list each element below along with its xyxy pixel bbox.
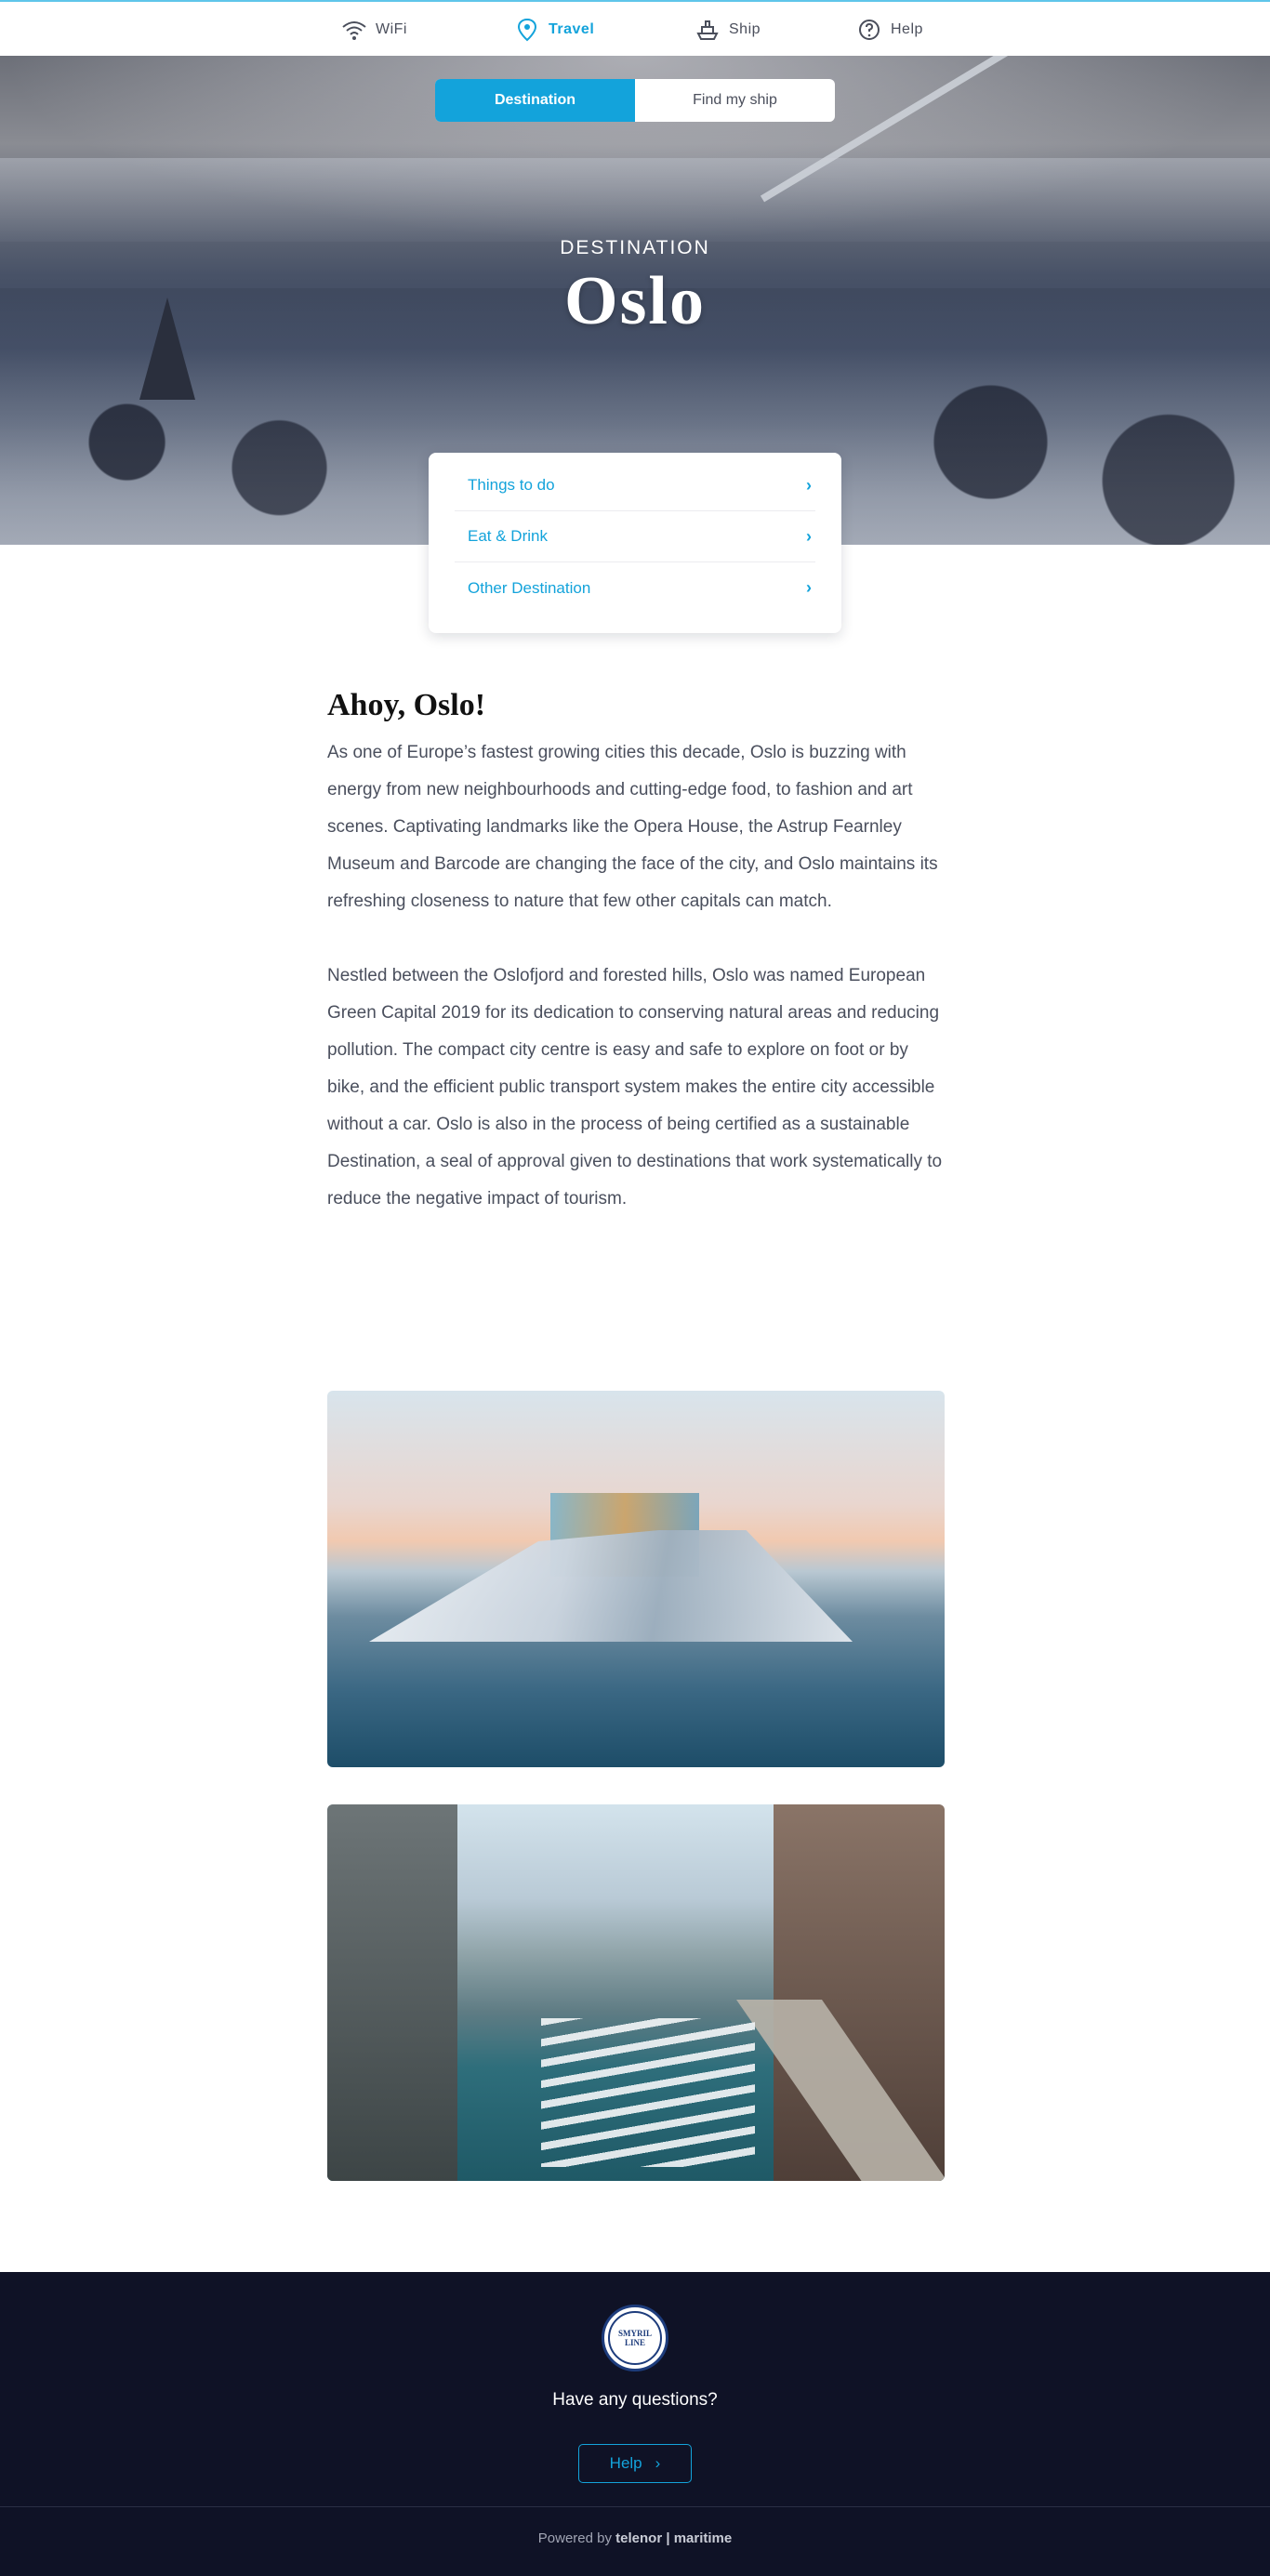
nav-item-help[interactable]: Help [855,17,923,43]
page-title: Oslo [564,263,706,339]
nav-item-travel[interactable]: Travel [513,17,594,43]
opera-house-photo [327,1391,945,1767]
photo-left-buildings [327,1804,457,2181]
chevron-right-icon: › [806,526,812,546]
footer: SMYRIL LINE Have any questions? Help › P… [0,2272,1270,2576]
brand-logo: SMYRIL LINE [602,2305,668,2371]
logo-inner-ring: SMYRIL LINE [608,2311,662,2365]
footer-question: Have any questions? [552,2390,718,2410]
link-things-to-do[interactable]: Things to do › [455,460,815,511]
link-eat-drink[interactable]: Eat & Drink › [455,511,815,562]
top-navigation: WiFi Travel Ship Help [0,0,1270,56]
article-heading: Ahoy, Oslo! [327,688,486,722]
destination-links-card: Things to do › Eat & Drink › Other Desti… [429,453,841,633]
article-paragraph: As one of Europe’s fastest growing citie… [327,743,938,911]
logo-text: SMYRIL LINE [617,2329,652,2347]
tab-find-my-ship[interactable]: Find my ship [635,79,835,122]
nav-label-help: Help [891,21,923,37]
powered-brand: telenor | maritime [615,2530,733,2546]
harbour-photo [327,1804,945,2181]
ship-icon [696,20,719,40]
nav-item-wifi[interactable]: WiFi [340,17,407,43]
nav-label-ship: Ship [729,21,761,37]
footer-divider [0,2506,1270,2507]
link-other-destination[interactable]: Other Destination › [455,562,815,614]
chevron-right-icon: › [806,578,812,597]
destination-toggle: Destination Find my ship [435,79,835,122]
tab-destination[interactable]: Destination [435,79,635,122]
location-pin-icon [517,18,537,42]
chevron-right-icon: › [655,2454,661,2472]
chevron-right-icon: › [806,475,812,495]
help-button[interactable]: Help › [578,2444,692,2483]
nav-label-wifi: WiFi [376,21,407,37]
hero-fjord [0,158,1270,242]
article-paragraph: Nestled between the Oslofjord and forest… [327,966,943,1209]
photo-boats [541,2018,755,2167]
photo-building [369,1530,853,1642]
hero-eyebrow: DESTINATION [560,237,710,258]
link-label: Other Destination [468,578,591,597]
help-button-label: Help [609,2454,642,2472]
nav-label-travel: Travel [549,21,595,37]
wifi-icon [342,21,366,40]
nav-item-ship[interactable]: Ship [694,17,761,43]
question-icon [859,20,880,40]
powered-by: Powered by telenor | maritime [0,2530,1270,2546]
link-label: Things to do [468,476,555,494]
article: Ahoy, Oslo! As one of Europe’s fastest g… [327,688,945,1255]
link-label: Eat & Drink [468,527,548,545]
powered-prefix: Powered by [537,2530,612,2546]
